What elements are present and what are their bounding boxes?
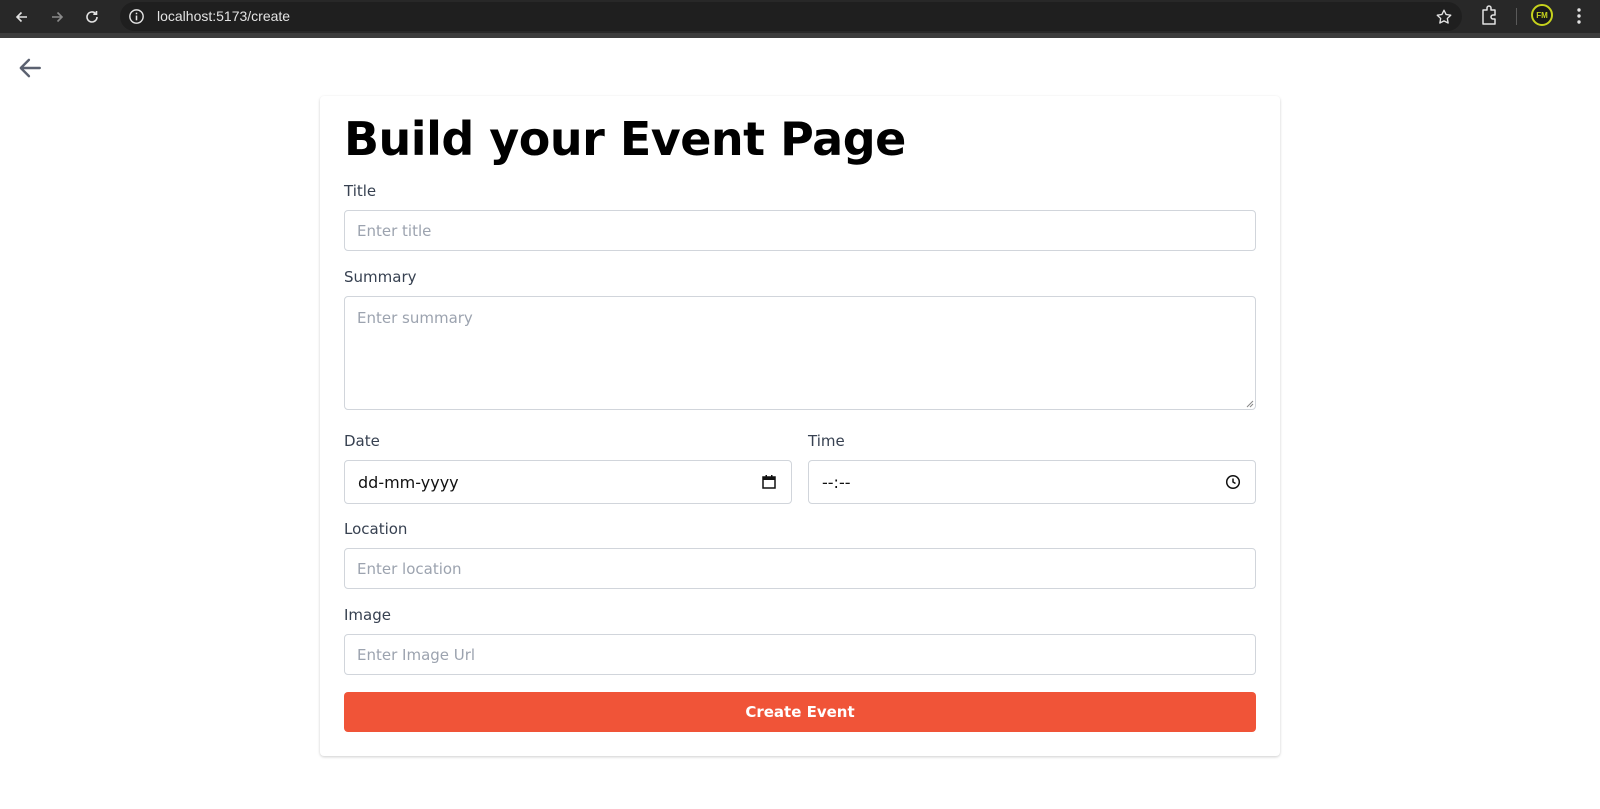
browser-toolbar: localhost:5173/create FM [0,0,1600,38]
address-bar[interactable]: localhost:5173/create [120,2,1462,31]
time-value: --:-- [822,473,851,492]
title-input[interactable] [344,210,1256,251]
star-icon[interactable] [1435,8,1453,26]
location-label: Location [344,520,408,538]
page-title: Build your Event Page [344,112,906,166]
date-value: dd-mm-yyyy [358,473,459,492]
reload-icon [86,11,98,23]
image-url-input[interactable] [344,634,1256,675]
forward-button[interactable] [44,4,70,30]
profile-initials: FM [1536,10,1548,20]
info-icon[interactable] [127,7,146,26]
toolbar-divider [0,33,1600,38]
toolbar-separator [1516,8,1517,25]
extensions-icon[interactable] [1479,5,1499,27]
clock-icon[interactable] [1225,474,1241,490]
summary-textarea[interactable] [344,296,1256,410]
back-link[interactable] [16,54,44,82]
back-icon [15,11,27,23]
summary-label: Summary [344,268,417,286]
location-input[interactable] [344,548,1256,589]
forward-icon [52,11,64,23]
image-label: Image [344,606,391,624]
calendar-icon[interactable] [761,474,777,490]
profile-avatar[interactable]: FM [1531,4,1553,26]
date-label: Date [344,432,380,450]
date-input[interactable]: dd-mm-yyyy [344,460,792,504]
time-label: Time [808,432,845,450]
more-menu-icon[interactable] [1568,5,1590,27]
url-text[interactable]: localhost:5173/create [157,8,290,24]
back-button[interactable] [9,4,35,30]
create-event-button[interactable]: Create Event [344,692,1256,732]
title-label: Title [344,182,377,200]
arrow-left-icon [19,58,41,78]
reload-button[interactable] [79,4,105,30]
time-input[interactable]: --:-- [808,460,1256,504]
event-form-card: Build your Event Page Title Summary Date… [320,96,1280,756]
resize-handle-icon[interactable] [1245,399,1254,408]
